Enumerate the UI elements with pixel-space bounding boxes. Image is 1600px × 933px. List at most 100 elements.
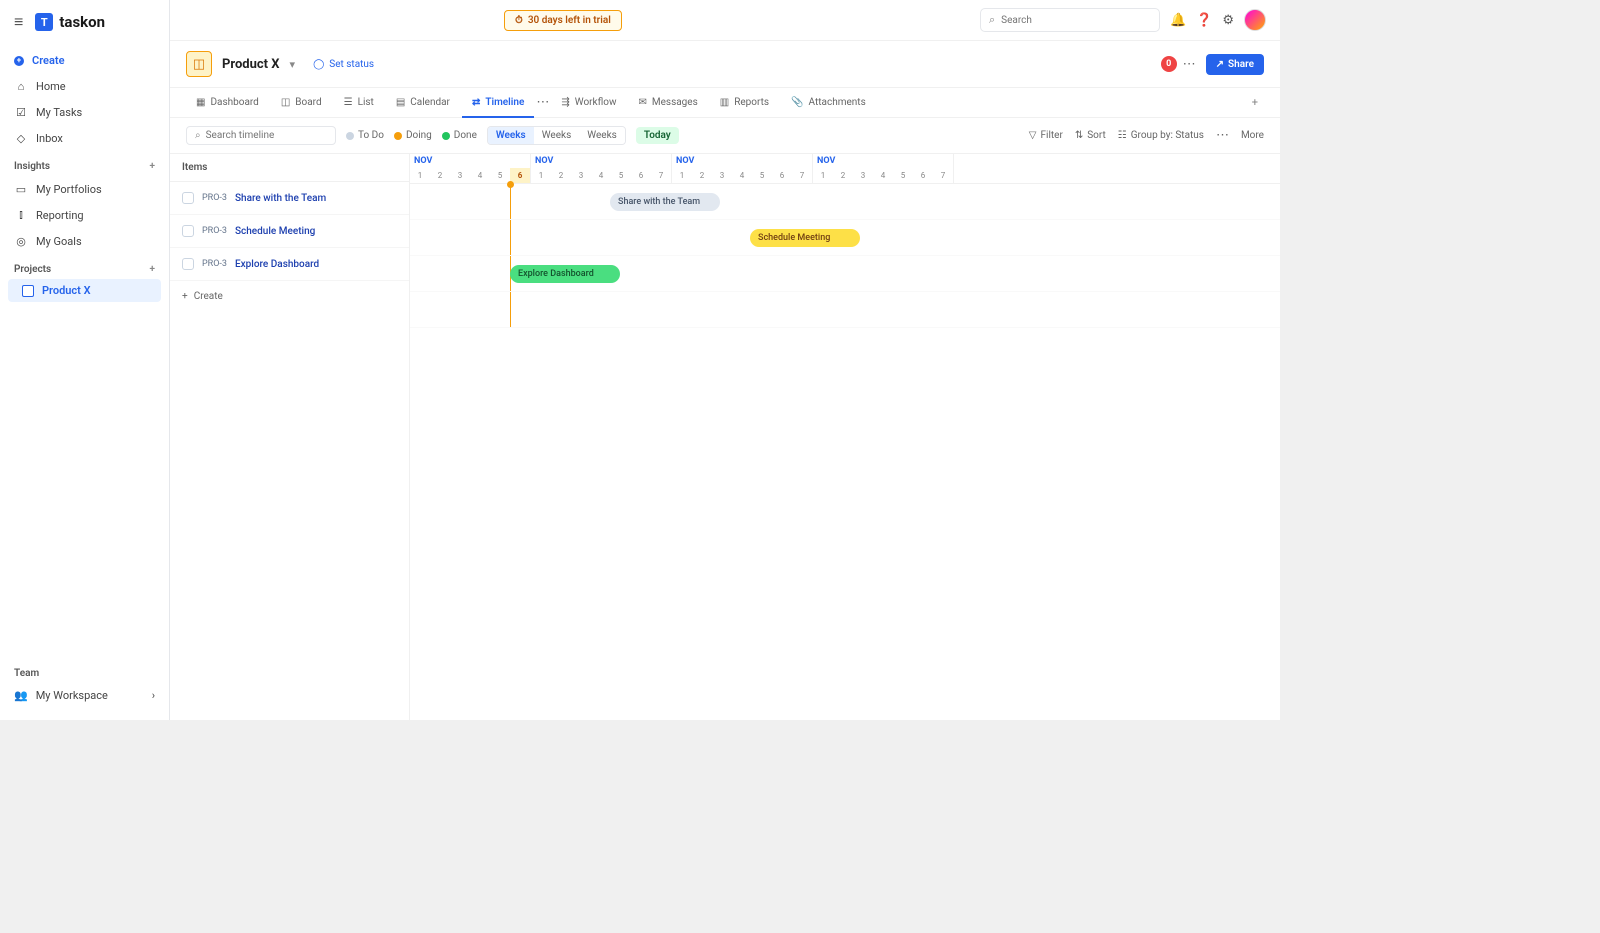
timeline-block: NOV 1234567 — [813, 154, 954, 183]
timeline-bar[interactable]: Schedule Meeting — [750, 229, 860, 247]
task-name: Share with the Team — [235, 193, 326, 204]
chip-doing[interactable]: Doing — [394, 130, 432, 141]
nav-label: Reporting — [36, 209, 84, 222]
trial-badge[interactable]: ⏱ 30 days left in trial — [504, 10, 622, 31]
timeline-body: Share with the Team Schedule Meeting Exp… — [410, 184, 1280, 328]
checkbox-icon[interactable] — [182, 258, 194, 270]
bell-icon: ◇ — [14, 131, 28, 145]
tab-attachments[interactable]: 📎Attachments — [781, 89, 876, 116]
task-id: PRO-3 — [202, 226, 227, 236]
task-row[interactable]: PRO-3 Explore Dashboard — [170, 248, 409, 281]
timeline-lane[interactable]: Share with the Team — [410, 184, 1280, 220]
add-insight-icon[interactable]: + — [150, 161, 156, 172]
share-icon: ↗ — [1216, 59, 1224, 70]
timeline-search[interactable]: ⌕ — [186, 126, 336, 145]
projects-section-label: Projects + — [0, 254, 169, 279]
timeline-lane[interactable]: Explore Dashboard — [410, 256, 1280, 292]
settings-gear-icon[interactable]: ⚙ — [1222, 13, 1234, 28]
search-input[interactable] — [1001, 15, 1151, 26]
add-project-icon[interactable]: + — [150, 264, 156, 275]
tab-board[interactable]: ◫Board — [271, 89, 332, 116]
project-title: Product X — [222, 57, 280, 72]
nav-portfolios[interactable]: ▭ My Portfolios — [0, 176, 169, 202]
search-icon: ⌕ — [989, 13, 995, 27]
timeline-content: Items PRO-3 Share with the Team PRO-3 Sc… — [170, 154, 1280, 720]
share-button[interactable]: ↗ Share — [1206, 54, 1264, 75]
target-icon: ◎ — [14, 234, 28, 248]
task-row[interactable]: PRO-3 Schedule Meeting — [170, 215, 409, 248]
zoom-weeks-3[interactable]: Weeks — [579, 127, 625, 144]
notification-bell-icon[interactable]: 🔔 — [1170, 13, 1186, 28]
team-label: My Workspace — [36, 689, 108, 702]
toolbar-more-icon[interactable]: ⋯ — [1216, 128, 1229, 143]
sort-icon: ⇅ — [1075, 130, 1083, 141]
zoom-weeks-1[interactable]: Weeks — [488, 127, 534, 144]
group-by-button[interactable]: ☷Group by: Status — [1118, 130, 1204, 141]
create-task-button[interactable]: + Create — [170, 281, 409, 312]
timeline-icon: ⇄ — [472, 97, 480, 108]
nav-goals[interactable]: ◎ My Goals — [0, 228, 169, 254]
chip-todo[interactable]: To Do — [346, 130, 384, 141]
project-square-icon — [22, 285, 34, 297]
view-tabs: ▦Dashboard ◫Board ☰List ▤Calendar ⇄Timel… — [170, 88, 1280, 118]
help-icon[interactable]: ❓ — [1196, 13, 1212, 28]
check-icon: ☑ — [14, 105, 28, 119]
tab-list[interactable]: ☰List — [334, 89, 384, 116]
project-icon: ◫ — [186, 51, 212, 77]
share-label: Share — [1228, 59, 1254, 70]
nav-my-tasks[interactable]: ☑ My Tasks — [0, 99, 169, 125]
set-status-button[interactable]: ◯ Set status — [313, 59, 374, 70]
tab-timeline[interactable]: ⇄Timeline — [462, 89, 534, 118]
report-icon: ▥ — [720, 97, 729, 108]
user-avatar[interactable] — [1244, 9, 1266, 31]
tab-dashboard[interactable]: ▦Dashboard — [186, 89, 269, 116]
filter-button[interactable]: ▽Filter — [1029, 130, 1063, 141]
tab-calendar[interactable]: ▤Calendar — [386, 89, 460, 116]
hamburger-icon[interactable]: ≡ — [14, 12, 23, 32]
group-icon: ☷ — [1118, 130, 1127, 141]
timeline-lane[interactable]: Schedule Meeting — [410, 220, 1280, 256]
set-status-label: Set status — [329, 59, 374, 70]
tab-messages[interactable]: ✉Messages — [629, 89, 708, 116]
status-dot-icon — [394, 132, 402, 140]
timeline-bar[interactable]: Share with the Team — [610, 193, 720, 211]
chevron-down-icon[interactable]: ▾ — [290, 58, 296, 71]
tab-reports[interactable]: ▥Reports — [710, 89, 779, 116]
tab-more-icon[interactable]: ⋯ — [536, 95, 549, 110]
add-view-icon[interactable]: + — [1246, 88, 1264, 117]
zoom-weeks-2[interactable]: Weeks — [534, 127, 580, 144]
brand: ≡ T taskon — [0, 12, 169, 48]
sidebar-project-product-x[interactable]: Product X — [8, 279, 161, 302]
nav-reporting[interactable]: ⫾ Reporting — [0, 202, 169, 228]
checkbox-icon[interactable] — [182, 225, 194, 237]
month-label: NOV — [410, 154, 530, 168]
chip-done[interactable]: Done — [442, 130, 477, 141]
nav-create[interactable]: + Create — [0, 48, 169, 73]
month-label: NOV — [813, 154, 953, 168]
toolbar-more-label[interactable]: More — [1241, 130, 1264, 141]
global-search[interactable]: ⌕ — [980, 8, 1160, 32]
tab-workflow[interactable]: ⇶Workflow — [551, 89, 626, 116]
checkbox-icon[interactable] — [182, 192, 194, 204]
timeline-block: NOV 1234567 — [672, 154, 813, 183]
timeline-bar[interactable]: Explore Dashboard — [510, 265, 620, 283]
nav-home[interactable]: ⌂ Home — [0, 73, 169, 99]
clock-icon: ⏱ — [515, 15, 523, 26]
timeline-lane[interactable] — [410, 292, 1280, 328]
timeline-search-input[interactable] — [206, 130, 327, 141]
items-heading: Items — [170, 154, 409, 182]
home-icon: ⌂ — [14, 79, 28, 93]
folder-icon: ▭ — [14, 182, 28, 196]
nav-inbox[interactable]: ◇ Inbox — [0, 125, 169, 151]
task-name: Schedule Meeting — [235, 226, 315, 237]
sort-button[interactable]: ⇅Sort — [1075, 130, 1106, 141]
topbar: ⏱ 30 days left in trial ⌕ 🔔 ❓ ⚙ — [170, 0, 1280, 41]
today-button[interactable]: Today — [636, 127, 679, 144]
task-row[interactable]: PRO-3 Share with the Team — [170, 182, 409, 215]
more-options-icon[interactable]: ⋯ — [1183, 57, 1196, 72]
timeline-grid[interactable]: NOV 123456 NOV 1234567 NOV 1234567 NOV 1… — [410, 154, 1280, 720]
team-workspace[interactable]: 👥 My Workspace › — [0, 683, 169, 708]
main: ⏱ 30 days left in trial ⌕ 🔔 ❓ ⚙ ◫ Produc… — [170, 0, 1280, 720]
collaborators[interactable]: 0 ⋯ — [1161, 56, 1196, 72]
timeline-block: NOV 1234567 — [531, 154, 672, 183]
